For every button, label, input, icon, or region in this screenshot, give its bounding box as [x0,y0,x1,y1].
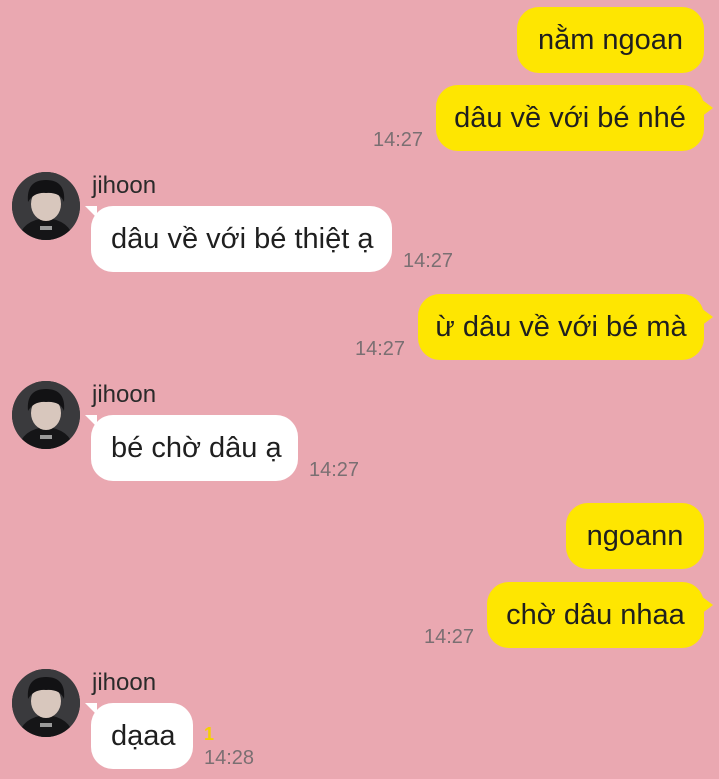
avatar[interactable] [12,172,80,240]
message-timestamp: 14:28 [204,747,255,769]
message-timestamp: 14:27 [355,338,406,360]
sender-name: jihoon [92,381,157,408]
message-text: dạaa [111,719,176,752]
message-text: ngoann [586,519,684,552]
avatar[interactable] [12,381,80,449]
unread-count: 1 [204,724,215,744]
sender-name: jihoon [92,172,157,199]
message-text: chờ dâu nhaa [506,598,685,631]
chat-view: nằm ngoan 14:27 dâu về với bé nhé jihoon… [0,0,719,779]
outgoing-message-bubble[interactable]: ừ dâu về với bé mà [418,294,713,360]
incoming-message-bubble[interactable]: dạaa [85,703,193,769]
message-text: dâu về với bé nhé [454,101,686,134]
message-timestamp: 14:27 [424,626,475,648]
message-timestamp: 14:27 [309,459,360,481]
message-text: dâu về với bé thiệt ạ [111,222,374,255]
profile-photo-icon [12,172,80,240]
incoming-message-bubble[interactable]: dâu về với bé thiệt ạ [85,206,392,272]
sender-name: jihoon [92,669,157,696]
outgoing-message-bubble[interactable]: chờ dâu nhaa [487,582,713,648]
avatar[interactable] [12,669,80,737]
message-text: nằm ngoan [537,23,684,56]
outgoing-message-bubble[interactable]: ngoann [566,503,704,569]
message-text: bé chờ dâu ạ [111,431,282,464]
profile-photo-icon [12,381,80,449]
outgoing-message-bubble[interactable]: nằm ngoan [517,7,704,73]
incoming-message-bubble[interactable]: bé chờ dâu ạ [85,415,298,481]
profile-photo-icon [12,669,80,737]
message-timestamp: 14:27 [403,250,454,272]
message-timestamp: 14:27 [373,129,424,151]
outgoing-message-bubble[interactable]: dâu về với bé nhé [436,85,713,151]
message-text: ừ dâu về với bé mà [435,310,687,343]
